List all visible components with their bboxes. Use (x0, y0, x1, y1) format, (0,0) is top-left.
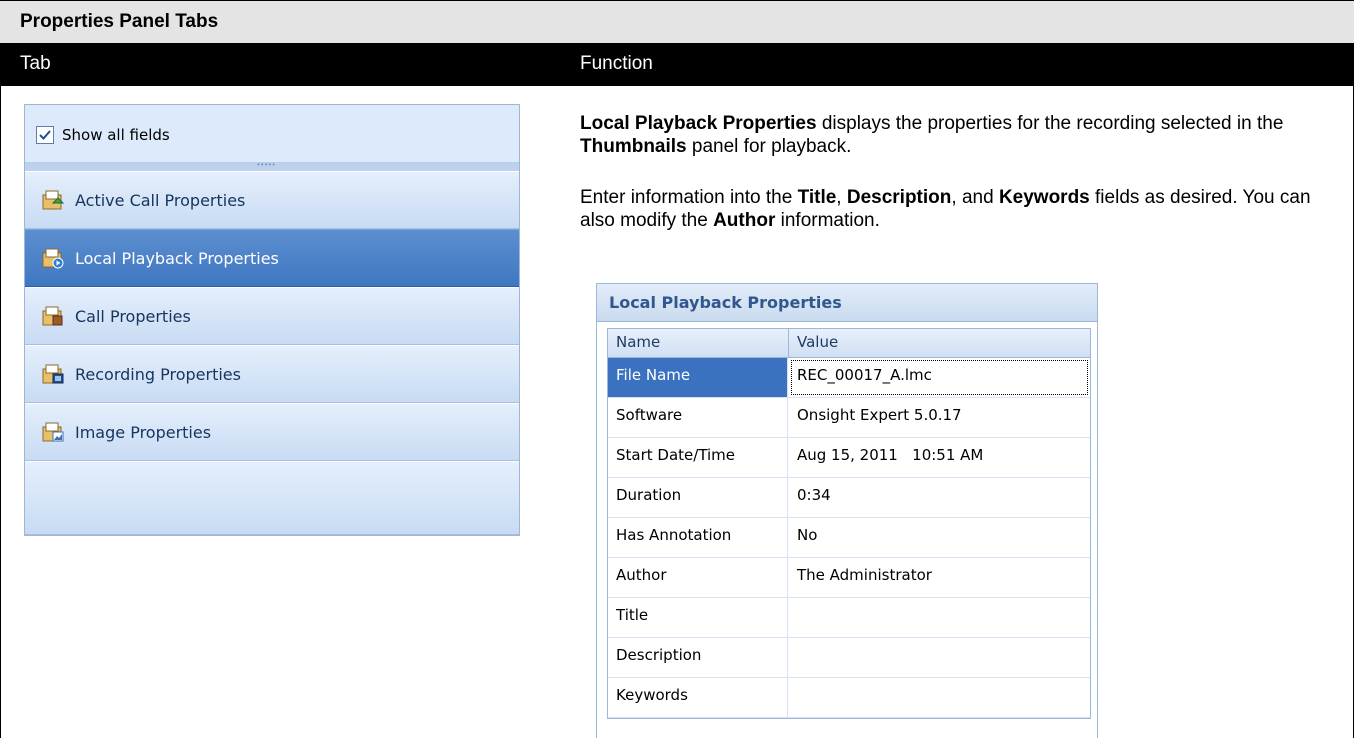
property-value-field[interactable]: No (789, 518, 1090, 557)
tab-label: Local Playback Properties (75, 249, 279, 268)
tab-label: Active Call Properties (75, 191, 246, 210)
property-row-author[interactable]: Author The Administrator (608, 558, 1090, 598)
property-row-has-annotation[interactable]: Has Annotation No (608, 518, 1090, 558)
tab-local-playback-properties[interactable]: Local Playback Properties (25, 229, 519, 287)
local-playback-properties-icon (42, 248, 64, 269)
property-value-field[interactable]: The Administrator (789, 558, 1090, 597)
splitter-grip[interactable]: ••••• (25, 160, 519, 171)
recording-properties-icon (42, 364, 64, 384)
property-name: Title (608, 598, 788, 637)
table-title-row: Properties Panel Tabs (0, 0, 1354, 44)
column-header-function: Function (580, 53, 653, 74)
property-name: Start Date/Time (608, 438, 788, 477)
properties-panel-title: Local Playback Properties (609, 293, 842, 312)
table-title: Properties Panel Tabs (20, 11, 219, 32)
show-all-fields-row: Show all fields (25, 105, 519, 163)
column-header-tab: Tab (20, 53, 51, 74)
property-name: Has Annotation (608, 518, 788, 557)
tab-recording-properties[interactable]: Recording Properties (25, 345, 519, 403)
properties-grid-header: Name Value (608, 329, 1090, 358)
table-header-row: Tab Function (0, 44, 1354, 86)
grip-dots-icon: ••••• (257, 160, 277, 169)
property-value-field[interactable]: REC_00017_A.lmc (789, 358, 1090, 397)
show-all-fields-checkbox[interactable] (36, 126, 54, 144)
image-properties-icon (42, 422, 64, 442)
local-playback-properties-panel: Local Playback Properties Name Value Fil… (596, 283, 1098, 738)
function-paragraph-1: Local Playback Properties displays the p… (580, 113, 1284, 157)
properties-panel-tabs: Show all fields ••••• Active Call Proper… (24, 104, 520, 536)
property-value-field[interactable] (789, 638, 1090, 677)
property-row-software[interactable]: Software Onsight Expert 5.0.17 (608, 398, 1090, 438)
property-row-keywords[interactable]: Keywords (608, 678, 1090, 718)
column-header-name[interactable]: Name (616, 333, 660, 351)
property-value-field[interactable] (789, 598, 1090, 637)
tab-call-properties[interactable]: Call Properties (25, 287, 519, 345)
property-name: Description (608, 638, 788, 677)
active-call-properties-icon (42, 190, 65, 210)
properties-panel-header: Local Playback Properties (597, 284, 1097, 322)
property-row-title[interactable]: Title (608, 598, 1090, 638)
property-value-field[interactable]: Onsight Expert 5.0.17 (789, 398, 1090, 437)
property-value-field[interactable]: 0:34 (789, 478, 1090, 517)
tab-panel-empty-area (25, 461, 519, 535)
tab-label: Call Properties (75, 307, 191, 326)
property-name: Author (608, 558, 788, 597)
tab-label: Recording Properties (75, 365, 241, 384)
column-header-value[interactable]: Value (797, 333, 838, 351)
property-name: Duration (608, 478, 788, 517)
property-row-description[interactable]: Description (608, 638, 1090, 678)
tab-label: Image Properties (75, 423, 212, 442)
call-properties-icon (42, 306, 63, 326)
property-name: File Name (608, 358, 788, 397)
tab-image-properties[interactable]: Image Properties (25, 403, 519, 461)
property-value-field[interactable]: Aug 15, 2011 10:51 AM (789, 438, 1090, 477)
property-name: Keywords (608, 678, 788, 717)
property-row-file-name[interactable]: File Name REC_00017_A.lmc (608, 358, 1090, 398)
properties-grid: Name Value File Name REC_00017_A.lmc Sof… (607, 328, 1091, 719)
property-row-start-date-time[interactable]: Start Date/Time Aug 15, 2011 10:51 AM (608, 438, 1090, 478)
property-row-duration[interactable]: Duration 0:34 (608, 478, 1090, 518)
checkmark-icon (39, 130, 51, 140)
show-all-fields-label[interactable]: Show all fields (62, 126, 170, 144)
column-divider[interactable] (788, 329, 789, 357)
property-value-field[interactable] (789, 678, 1090, 717)
function-paragraph-2: Enter information into the Title, Descri… (580, 187, 1311, 231)
property-name: Software (608, 398, 788, 437)
tab-active-call-properties[interactable]: Active Call Properties (25, 171, 519, 229)
